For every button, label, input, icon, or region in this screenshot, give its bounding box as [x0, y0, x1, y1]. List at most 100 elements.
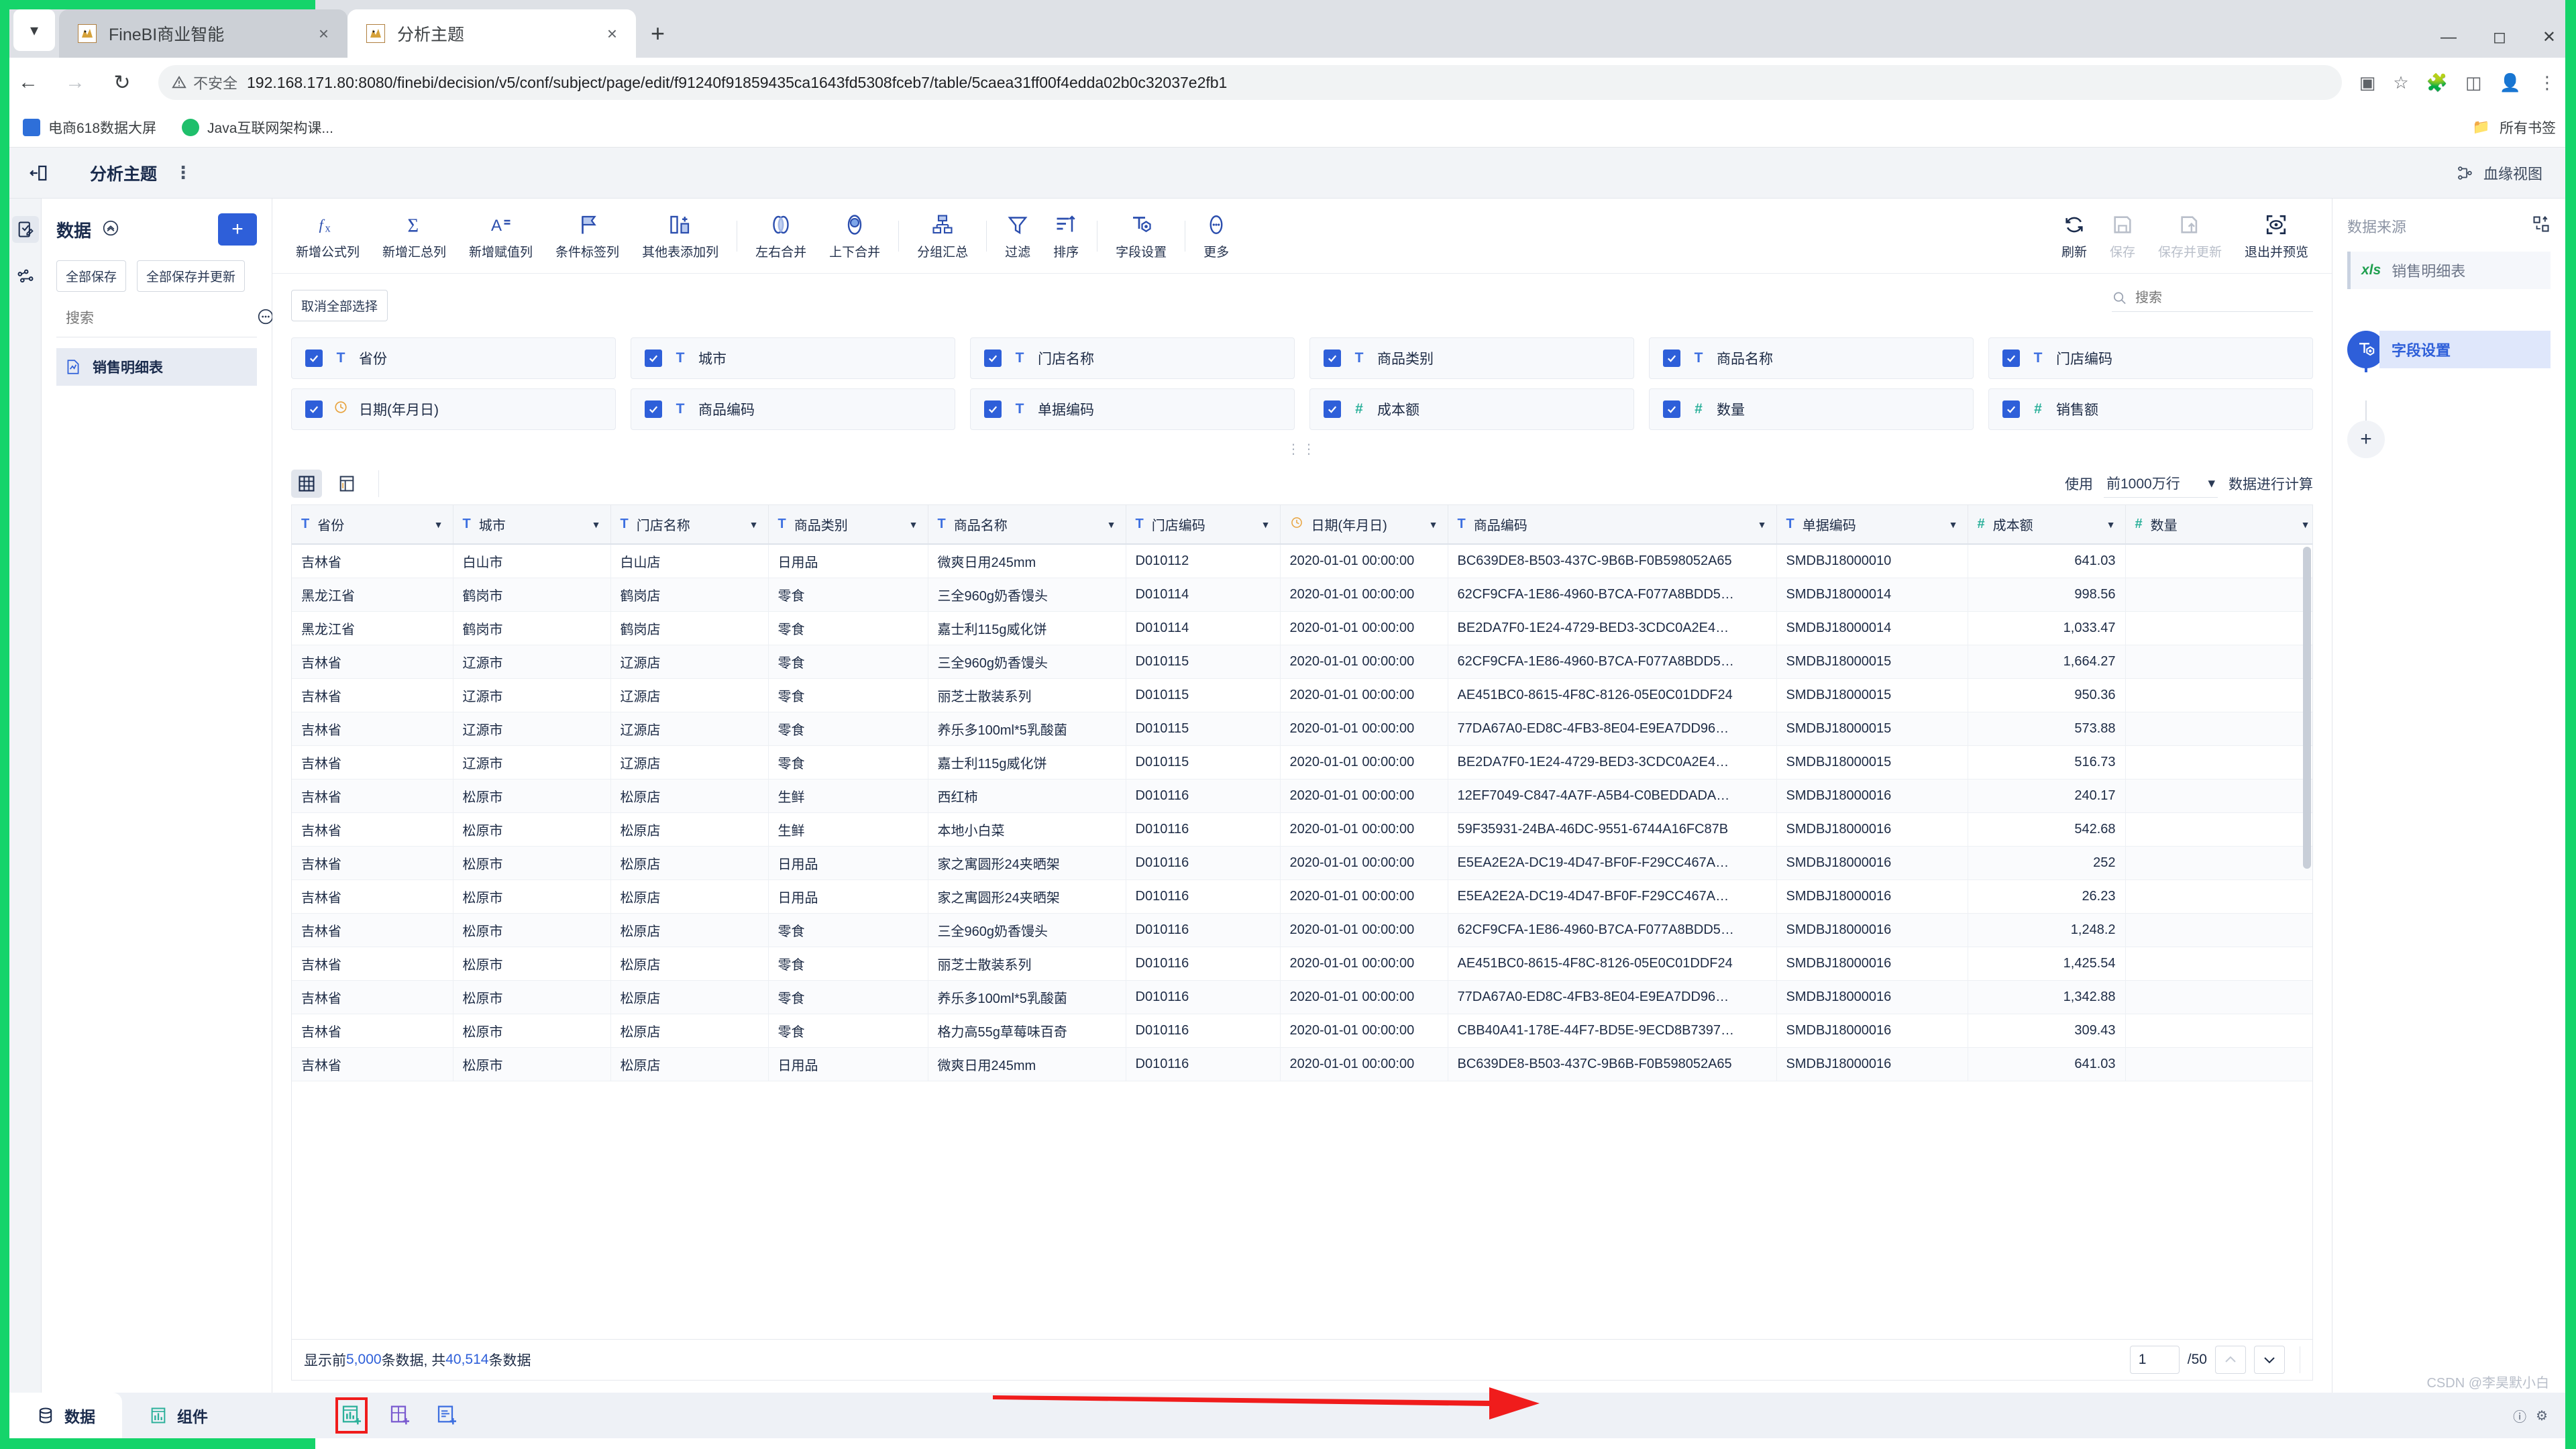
chevron-down-icon[interactable]: ▼: [592, 519, 601, 530]
field-card[interactable]: T 门店名称: [970, 337, 1295, 379]
fields-search[interactable]: [2112, 290, 2313, 312]
flow-node-field-settings[interactable]: 字段设置: [2347, 331, 2551, 368]
table-row[interactable]: 吉林省 松原市 松原店 零食 养乐多100ml*5乳酸菌 D010116 2020-01-0…: [292, 980, 2312, 1014]
table-row[interactable]: 吉林省 松原市 松原店 生鲜 本地小白菜 D010116 2020-01-01 00:00:…: [292, 812, 2312, 847]
browser-tab-1[interactable]: 分析主题 ×: [347, 9, 636, 58]
column-header[interactable]: 日期(年月日) ▼: [1280, 505, 1448, 545]
data-grid-wrapper[interactable]: T 省份 ▼ T 城市 ▼ T 门店名称 ▼ T 商品类别 ▼ T 商品名称 ▼ T 门店编码 ▼ 日期(年月日) ▼…: [291, 504, 2313, 1339]
lineage-view-button[interactable]: 血缘视图: [2457, 162, 2565, 184]
table-row[interactable]: 吉林省 辽源市 辽源店 零食 丽芝士散装系列 D010115 2020-01-01 00:0…: [292, 678, 2312, 712]
toolbar-filter[interactable]: 过滤: [994, 212, 1042, 260]
fields-search-input[interactable]: [2135, 290, 2313, 306]
field-card[interactable]: # 成本额: [1309, 388, 1634, 430]
not-secure-indicator[interactable]: 不安全: [172, 72, 237, 93]
toolbar-save-and-update[interactable]: 保存并更新: [2147, 212, 2233, 260]
chevron-down-icon[interactable]: ▼: [1107, 519, 1116, 530]
rail-edit-icon[interactable]: [11, 216, 39, 243]
data-panel-table-item[interactable]: 销售明细表: [56, 348, 257, 386]
field-checkbox[interactable]: [1663, 350, 1680, 367]
translate-icon[interactable]: ▣: [2359, 72, 2376, 93]
data-source-item[interactable]: xls 销售明细表: [2347, 252, 2551, 289]
field-card[interactable]: T 门店编码: [1988, 337, 2313, 379]
toolbar-save[interactable]: 保存: [2098, 212, 2147, 260]
bottom-tab-components[interactable]: 组件: [122, 1393, 235, 1438]
bookmark-item-0[interactable]: 电商618数据大屏: [23, 117, 156, 138]
table-row[interactable]: 吉林省 辽源市 辽源店 零食 三全960g奶香馒头 D010115 2020-01-01 0…: [292, 645, 2312, 679]
toolbar-more[interactable]: 更多: [1192, 212, 1240, 260]
column-header[interactable]: T 单据编码 ▼: [1776, 505, 1968, 545]
field-checkbox[interactable]: [984, 400, 1002, 418]
field-checkbox[interactable]: [305, 400, 323, 418]
chevron-down-icon[interactable]: ▼: [909, 519, 918, 530]
add-chart-component-icon[interactable]: [335, 1397, 368, 1434]
data-panel-search-input[interactable]: [66, 310, 248, 327]
toolbar-new-summary-column[interactable]: Σ 新增汇总列: [371, 212, 458, 260]
table-row[interactable]: 吉林省 松原市 松原店 零食 格力高55g草莓味百奇 D010116 2020-01-01 …: [292, 1014, 2312, 1048]
column-header[interactable]: T 商品编码 ▼: [1448, 505, 1777, 545]
field-card[interactable]: # 数量: [1649, 388, 1974, 430]
table-row[interactable]: 吉林省 松原市 松原店 零食 丽芝士散装系列 D010116 2020-01-01 00:0…: [292, 947, 2312, 981]
toolbar-merge-horizontal[interactable]: 左右合并: [744, 212, 818, 260]
table-row[interactable]: 吉林省 辽源市 辽源店 零食 嘉士利115g威化饼 D010115 2020-01-01 0…: [292, 745, 2312, 780]
bookmark-star-icon[interactable]: ☆: [2393, 72, 2408, 93]
column-header[interactable]: T 城市 ▼: [453, 505, 611, 545]
chevron-down-icon[interactable]: ▼: [749, 519, 759, 530]
field-card[interactable]: # 销售额: [1988, 388, 2313, 430]
extensions-icon[interactable]: 🧩: [2426, 72, 2448, 93]
table-row[interactable]: 吉林省 白山市 白山店 日用品 微爽日用245mm D010112 2020-01-01 0…: [292, 544, 2312, 578]
flow-layout-icon[interactable]: [2532, 215, 2551, 237]
clear-all-selection-button[interactable]: 取消全部选择: [291, 290, 388, 321]
table-row[interactable]: 吉林省 松原市 松原店 日用品 微爽日用245mm D010116 2020-01-01 0…: [292, 1047, 2312, 1081]
field-card[interactable]: T 商品类别: [1309, 337, 1634, 379]
close-icon[interactable]: ×: [315, 23, 333, 44]
page-menu-icon[interactable]: ⋮: [174, 162, 192, 183]
reload-icon[interactable]: ↻: [107, 71, 137, 95]
sidepanel-icon[interactable]: ◫: [2465, 72, 2482, 93]
collapse-up-icon[interactable]: [102, 219, 119, 240]
field-checkbox[interactable]: [1324, 350, 1341, 367]
field-checkbox[interactable]: [1663, 400, 1680, 418]
back-icon[interactable]: ←: [13, 71, 43, 94]
column-header[interactable]: T 门店编码 ▼: [1126, 505, 1281, 545]
chevron-down-icon[interactable]: ▼: [1261, 519, 1271, 530]
toolbar-merge-vertical[interactable]: 上下合并: [818, 212, 892, 260]
page-next-button[interactable]: [2254, 1346, 2285, 1374]
grid-view-icon[interactable]: [291, 470, 322, 498]
data-panel-search[interactable]: [56, 308, 274, 337]
grid-vertical-scrollbar[interactable]: [2303, 547, 2311, 869]
toolbar-condition-tag-column[interactable]: 条件标签列: [544, 212, 631, 260]
table-row[interactable]: 黑龙江省 鹤岗市 鹤岗店 零食 三全960g奶香馒头 D010114 2020-01-01 …: [292, 578, 2312, 612]
table-row[interactable]: 黑龙江省 鹤岗市 鹤岗店 零食 嘉士利115g威化饼 D010114 2020-01-01 …: [292, 611, 2312, 645]
page-number-input[interactable]: 1: [2129, 1346, 2180, 1374]
new-tab-button[interactable]: +: [651, 21, 665, 46]
table-row[interactable]: 吉林省 松原市 松原店 日用品 家之寓圆形24夹晒架 D010116 2020-01-01 …: [292, 846, 2312, 880]
field-card[interactable]: T 商品名称: [1649, 337, 1974, 379]
window-close-icon[interactable]: ✕: [2542, 28, 2556, 47]
chevron-down-icon[interactable]: ▼: [1758, 519, 1767, 530]
close-icon[interactable]: ×: [603, 23, 621, 44]
field-card[interactable]: T 商品编码: [631, 388, 955, 430]
toolbar-field-settings[interactable]: 字段设置: [1104, 212, 1178, 260]
field-checkbox[interactable]: [645, 400, 662, 418]
field-checkbox[interactable]: [1324, 400, 1341, 418]
field-card[interactable]: 日期(年月日): [291, 388, 616, 430]
column-header[interactable]: # 成本额 ▼: [1968, 505, 2126, 545]
toolbar-add-column-from-table[interactable]: 其他表添加列: [631, 212, 730, 260]
toolbar-new-formula-column[interactable]: fx 新增公式列: [284, 212, 371, 260]
minimize-icon[interactable]: —: [2440, 28, 2457, 47]
collapse-sidebar-button[interactable]: [9, 163, 67, 183]
chevron-down-icon[interactable]: ▼: [1429, 519, 1438, 530]
browser-menu-icon[interactable]: ⋮: [2538, 72, 2556, 93]
table-row[interactable]: 吉林省 松原市 松原店 日用品 家之寓圆形24夹晒架 D010116 2020-01-01 …: [292, 879, 2312, 914]
chevron-down-icon[interactable]: ▼: [2106, 519, 2116, 530]
add-data-button[interactable]: +: [218, 213, 257, 246]
chevron-down-icon[interactable]: ▼: [434, 519, 443, 530]
panel-resize-handle[interactable]: ⋮⋮: [272, 430, 2332, 463]
table-row[interactable]: 吉林省 松原市 松原店 生鲜 西红柿 D010116 2020-01-01 00:00:00…: [292, 779, 2312, 813]
bookmark-item-1[interactable]: Java互联网架构课...: [182, 117, 333, 138]
chevron-down-icon[interactable]: ▼: [1949, 519, 1958, 530]
field-checkbox[interactable]: [2002, 350, 2020, 367]
field-checkbox[interactable]: [2002, 400, 2020, 418]
field-checkbox[interactable]: [305, 350, 323, 367]
save-all-button[interactable]: 全部保存: [56, 260, 127, 292]
